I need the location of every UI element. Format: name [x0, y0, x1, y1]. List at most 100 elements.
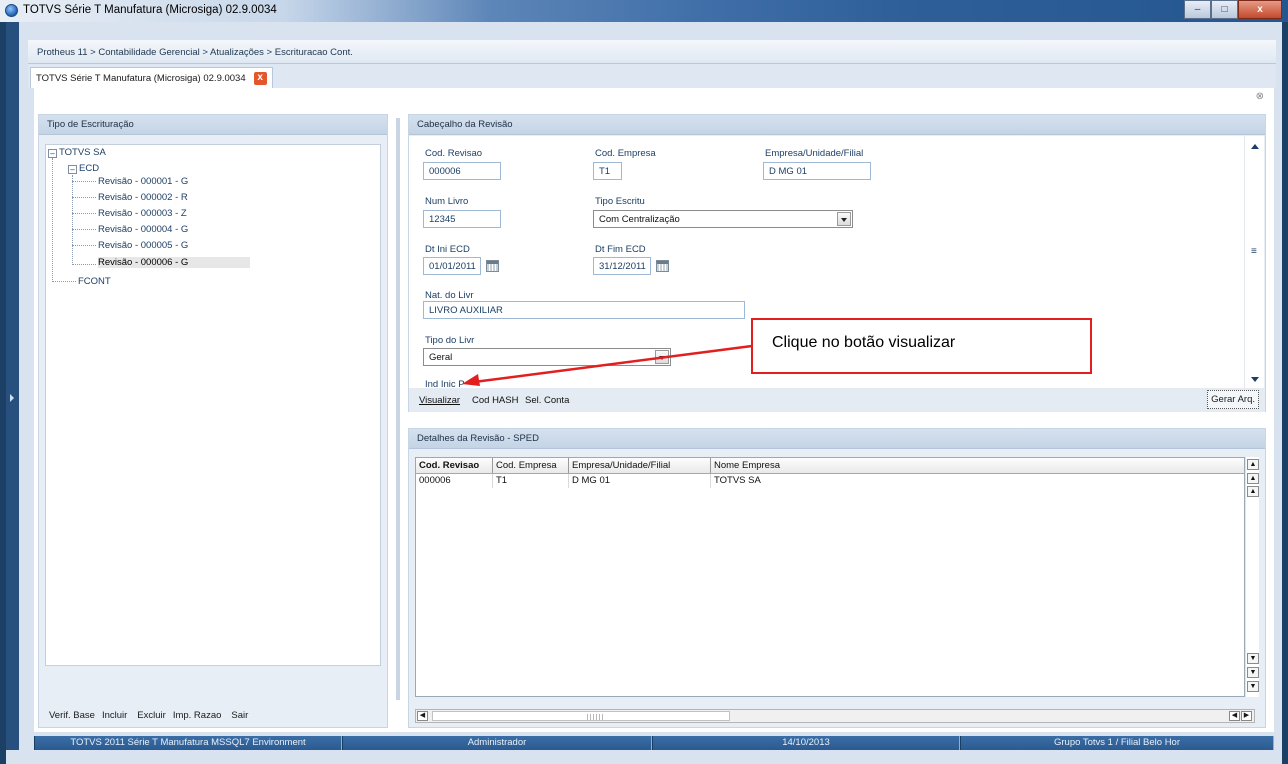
- tree-node-revisao-000005[interactable]: Revisão - 000005 - G: [98, 240, 188, 251]
- tree-connector: [52, 281, 76, 282]
- scroll-bottom-icon[interactable]: ▼: [1247, 681, 1259, 692]
- panel-close-icon[interactable]: ⊗: [1256, 91, 1264, 102]
- scroll-grip-icon[interactable]: ≡: [1251, 247, 1257, 257]
- window-controls: – □ x: [1184, 0, 1282, 19]
- scroll-top-icon[interactable]: ▲: [1247, 459, 1259, 470]
- tipo-escritu-value: Com Centralização: [599, 214, 680, 225]
- scroll-left-icon[interactable]: ◀: [1229, 711, 1240, 721]
- empresa-filial-field[interactable]: D MG 01: [763, 162, 871, 180]
- scroll-thumb[interactable]: [432, 711, 730, 721]
- excluir-button[interactable]: Excluir: [137, 710, 166, 721]
- column-header[interactable]: Nome Empresa: [711, 458, 1244, 473]
- column-header[interactable]: Empresa/Unidade/Filial: [569, 458, 711, 473]
- table-row[interactable]: 000006 T1 D MG 01 TOTVS SA: [416, 474, 1244, 488]
- scroll-right-icon[interactable]: ▶: [1241, 711, 1252, 721]
- tree-connector: [72, 197, 96, 198]
- scroll-down-icon[interactable]: ▼: [1247, 653, 1259, 664]
- callout-arrow: [462, 344, 753, 386]
- dt-fim-field[interactable]: 31/12/2011: [593, 257, 651, 275]
- imp-razao-button[interactable]: Imp. Razao: [173, 710, 222, 721]
- visualizar-button[interactable]: Visualizar: [419, 395, 460, 406]
- tree-node-revisao-000003[interactable]: Revisão - 000003 - Z: [98, 208, 187, 219]
- scroll-left-icon[interactable]: ◀: [417, 711, 428, 721]
- tree-node-ecd[interactable]: – ECD: [68, 163, 99, 174]
- tipo-livro-value: Geral: [429, 352, 453, 363]
- frame-bottom: [6, 750, 1282, 764]
- table-cell: 000006: [416, 474, 493, 488]
- dropdown-arrow-icon[interactable]: [837, 212, 851, 226]
- tab-label: TOTVS Série T Manufatura (Microsiga) 02.…: [36, 73, 246, 84]
- window-title: TOTVS Série T Manufatura (Microsiga) 02.…: [23, 4, 277, 16]
- tree-node-label: ECD: [79, 163, 100, 174]
- grid-header: Cod. Revisao Cod. Empresa Empresa/Unidad…: [416, 458, 1244, 474]
- scroll-down-icon[interactable]: [1251, 377, 1259, 382]
- expand-arrow-icon[interactable]: [10, 394, 14, 402]
- tree-connector: [72, 181, 96, 182]
- sair-button[interactable]: Sair: [231, 710, 248, 721]
- scroll-page-down-icon[interactable]: ▼: [1247, 667, 1259, 678]
- nat-livro-field[interactable]: LIVRO AUXILIAR: [423, 301, 745, 319]
- cod-hash-button[interactable]: Cod HASH: [472, 395, 518, 406]
- column-header[interactable]: Cod. Empresa: [493, 458, 569, 473]
- grid-scrollbar[interactable]: ▲ ▲ ▲ ▼ ▼ ▼: [1245, 457, 1259, 697]
- grid-horizontal-scrollbar[interactable]: ◀ ◀ ▶: [415, 709, 1255, 723]
- window-close-button[interactable]: x: [1238, 0, 1282, 19]
- sel-conta-button[interactable]: Sel. Conta: [525, 395, 569, 406]
- tree-connector: [72, 175, 73, 265]
- collapse-icon[interactable]: –: [68, 165, 77, 174]
- tab-row: TOTVS Série T Manufatura (Microsiga) 02.…: [28, 64, 1276, 88]
- details-panel-title: Detalhes da Revisão - SPED: [409, 429, 1265, 449]
- escrituracao-tree: – TOTVS SA – ECD Revisão - 000001 - G Revi…: [45, 144, 381, 666]
- minimize-button[interactable]: –: [1184, 0, 1211, 19]
- tree-node-fcont[interactable]: FCONT: [78, 276, 111, 287]
- tab-close-icon[interactable]: x: [253, 72, 267, 85]
- table-cell: T1: [493, 474, 569, 488]
- tree-node-revisao-000004[interactable]: Revisão - 000004 - G: [98, 224, 188, 235]
- tree-connector: [72, 229, 96, 230]
- tree-connector: [52, 158, 53, 282]
- calendar-icon[interactable]: [486, 260, 499, 272]
- dt-fim-label: Dt Fim ECD: [595, 244, 646, 255]
- table-cell: TOTVS SA: [714, 475, 761, 486]
- tab-main[interactable]: TOTVS Série T Manufatura (Microsiga) 02.…: [30, 67, 273, 88]
- tipo-escritu-label: Tipo Escritu: [595, 196, 645, 207]
- column-header[interactable]: Cod. Revisao: [416, 458, 493, 473]
- dt-ini-label: Dt Ini ECD: [425, 244, 470, 255]
- revisao-grid: Cod. Revisao Cod. Empresa Empresa/Unidad…: [415, 457, 1245, 697]
- header-panel-title: Cabeçalho da Revisão: [409, 115, 1265, 135]
- gerar-arq-button[interactable]: Gerar Arq.: [1207, 390, 1259, 409]
- num-livro-field[interactable]: 12345: [423, 210, 501, 228]
- panel-splitter[interactable]: [396, 118, 400, 700]
- status-date: 14/10/2013: [652, 736, 960, 750]
- header-actions: Visualizar Cod HASH Sel. Conta Gerar Arq…: [409, 388, 1265, 412]
- scroll-page-up-icon[interactable]: ▲: [1247, 473, 1259, 484]
- form-scrollbar[interactable]: ≡: [1244, 136, 1264, 388]
- status-group: Grupo Totvs 1 / Filial Belo Hor: [960, 736, 1274, 750]
- cod-revisao-label: Cod. Revisao: [425, 148, 483, 159]
- scroll-grip-icon: [587, 714, 605, 720]
- tree-node-revisao-000001[interactable]: Revisão - 000001 - G: [98, 176, 188, 187]
- tree-node-label: TOTVS SA: [59, 147, 106, 158]
- collapse-icon[interactable]: –: [48, 149, 57, 158]
- scroll-up-icon[interactable]: ▲: [1247, 486, 1259, 497]
- tree-connector: [72, 245, 96, 246]
- tree-connector: [72, 264, 96, 265]
- ind-inic-label: Ind Inic P: [425, 379, 465, 388]
- verif-base-button[interactable]: Verif. Base: [49, 710, 95, 721]
- tree-node-revisao-000002[interactable]: Revisão - 000002 - R: [98, 192, 188, 203]
- cod-revisao-field[interactable]: 000006: [423, 162, 501, 180]
- tree-actions: Verif. Base Incluir Excluir Imp. Razao S…: [49, 710, 248, 721]
- calendar-icon[interactable]: [656, 260, 669, 272]
- tree-node-revisao-000006[interactable]: Revisão - 000006 - G: [98, 257, 250, 268]
- scroll-up-icon[interactable]: [1251, 144, 1259, 149]
- tipo-escritu-select[interactable]: Com Centralização: [593, 210, 853, 228]
- maximize-button[interactable]: □: [1211, 0, 1238, 19]
- side-collapse-strip[interactable]: [6, 22, 19, 764]
- tutorial-callout: Clique no botão visualizar: [751, 318, 1092, 374]
- cod-empresa-label: Cod. Empresa: [595, 148, 656, 159]
- cod-empresa-field[interactable]: T1: [593, 162, 622, 180]
- incluir-button[interactable]: Incluir: [102, 710, 127, 721]
- dt-ini-field[interactable]: 01/01/2011: [423, 257, 481, 275]
- tree-node-totvs-sa[interactable]: – TOTVS SA: [48, 147, 106, 158]
- status-environment: TOTVS 2011 Série T Manufatura MSSQL7 Env…: [34, 736, 342, 750]
